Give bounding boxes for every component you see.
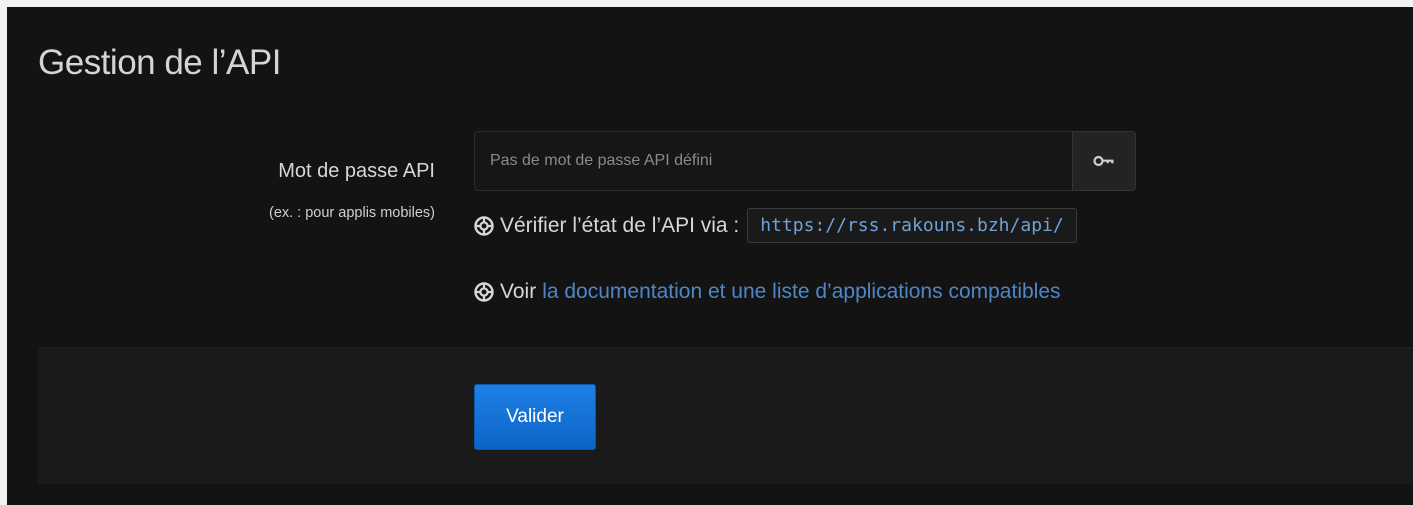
api-docs-row: Voir la documentation et une liste d’app… <box>474 280 1061 304</box>
section-title: Gestion de l’API <box>38 43 281 82</box>
api-password-input[interactable] <box>474 131 1072 191</box>
support-icon <box>474 282 494 302</box>
support-icon <box>474 215 494 236</box>
documentation-link[interactable]: la documentation et une liste d’applicat… <box>542 280 1060 304</box>
api-password-group <box>474 131 1136 191</box>
api-status-text: Vérifier l’état de l’API via : <box>500 213 740 237</box>
api-status-row: Vérifier l’état de l’API via : https://r… <box>474 208 1077 243</box>
api-url[interactable]: https://rss.rakouns.bzh/api/ <box>747 208 1077 243</box>
api-password-hint: (ex. : pour applis mobiles) <box>268 205 435 221</box>
key-icon <box>1093 155 1114 167</box>
form-actions: Valider <box>38 347 1413 484</box>
toggle-password-button[interactable] <box>1072 131 1136 191</box>
docs-prefix: Voir <box>500 280 537 303</box>
api-settings-page: Gestion de l’API Mot de passe API (ex. :… <box>7 7 1413 505</box>
submit-button[interactable]: Valider <box>474 384 596 450</box>
api-password-label: Mot de passe API <box>278 160 435 182</box>
